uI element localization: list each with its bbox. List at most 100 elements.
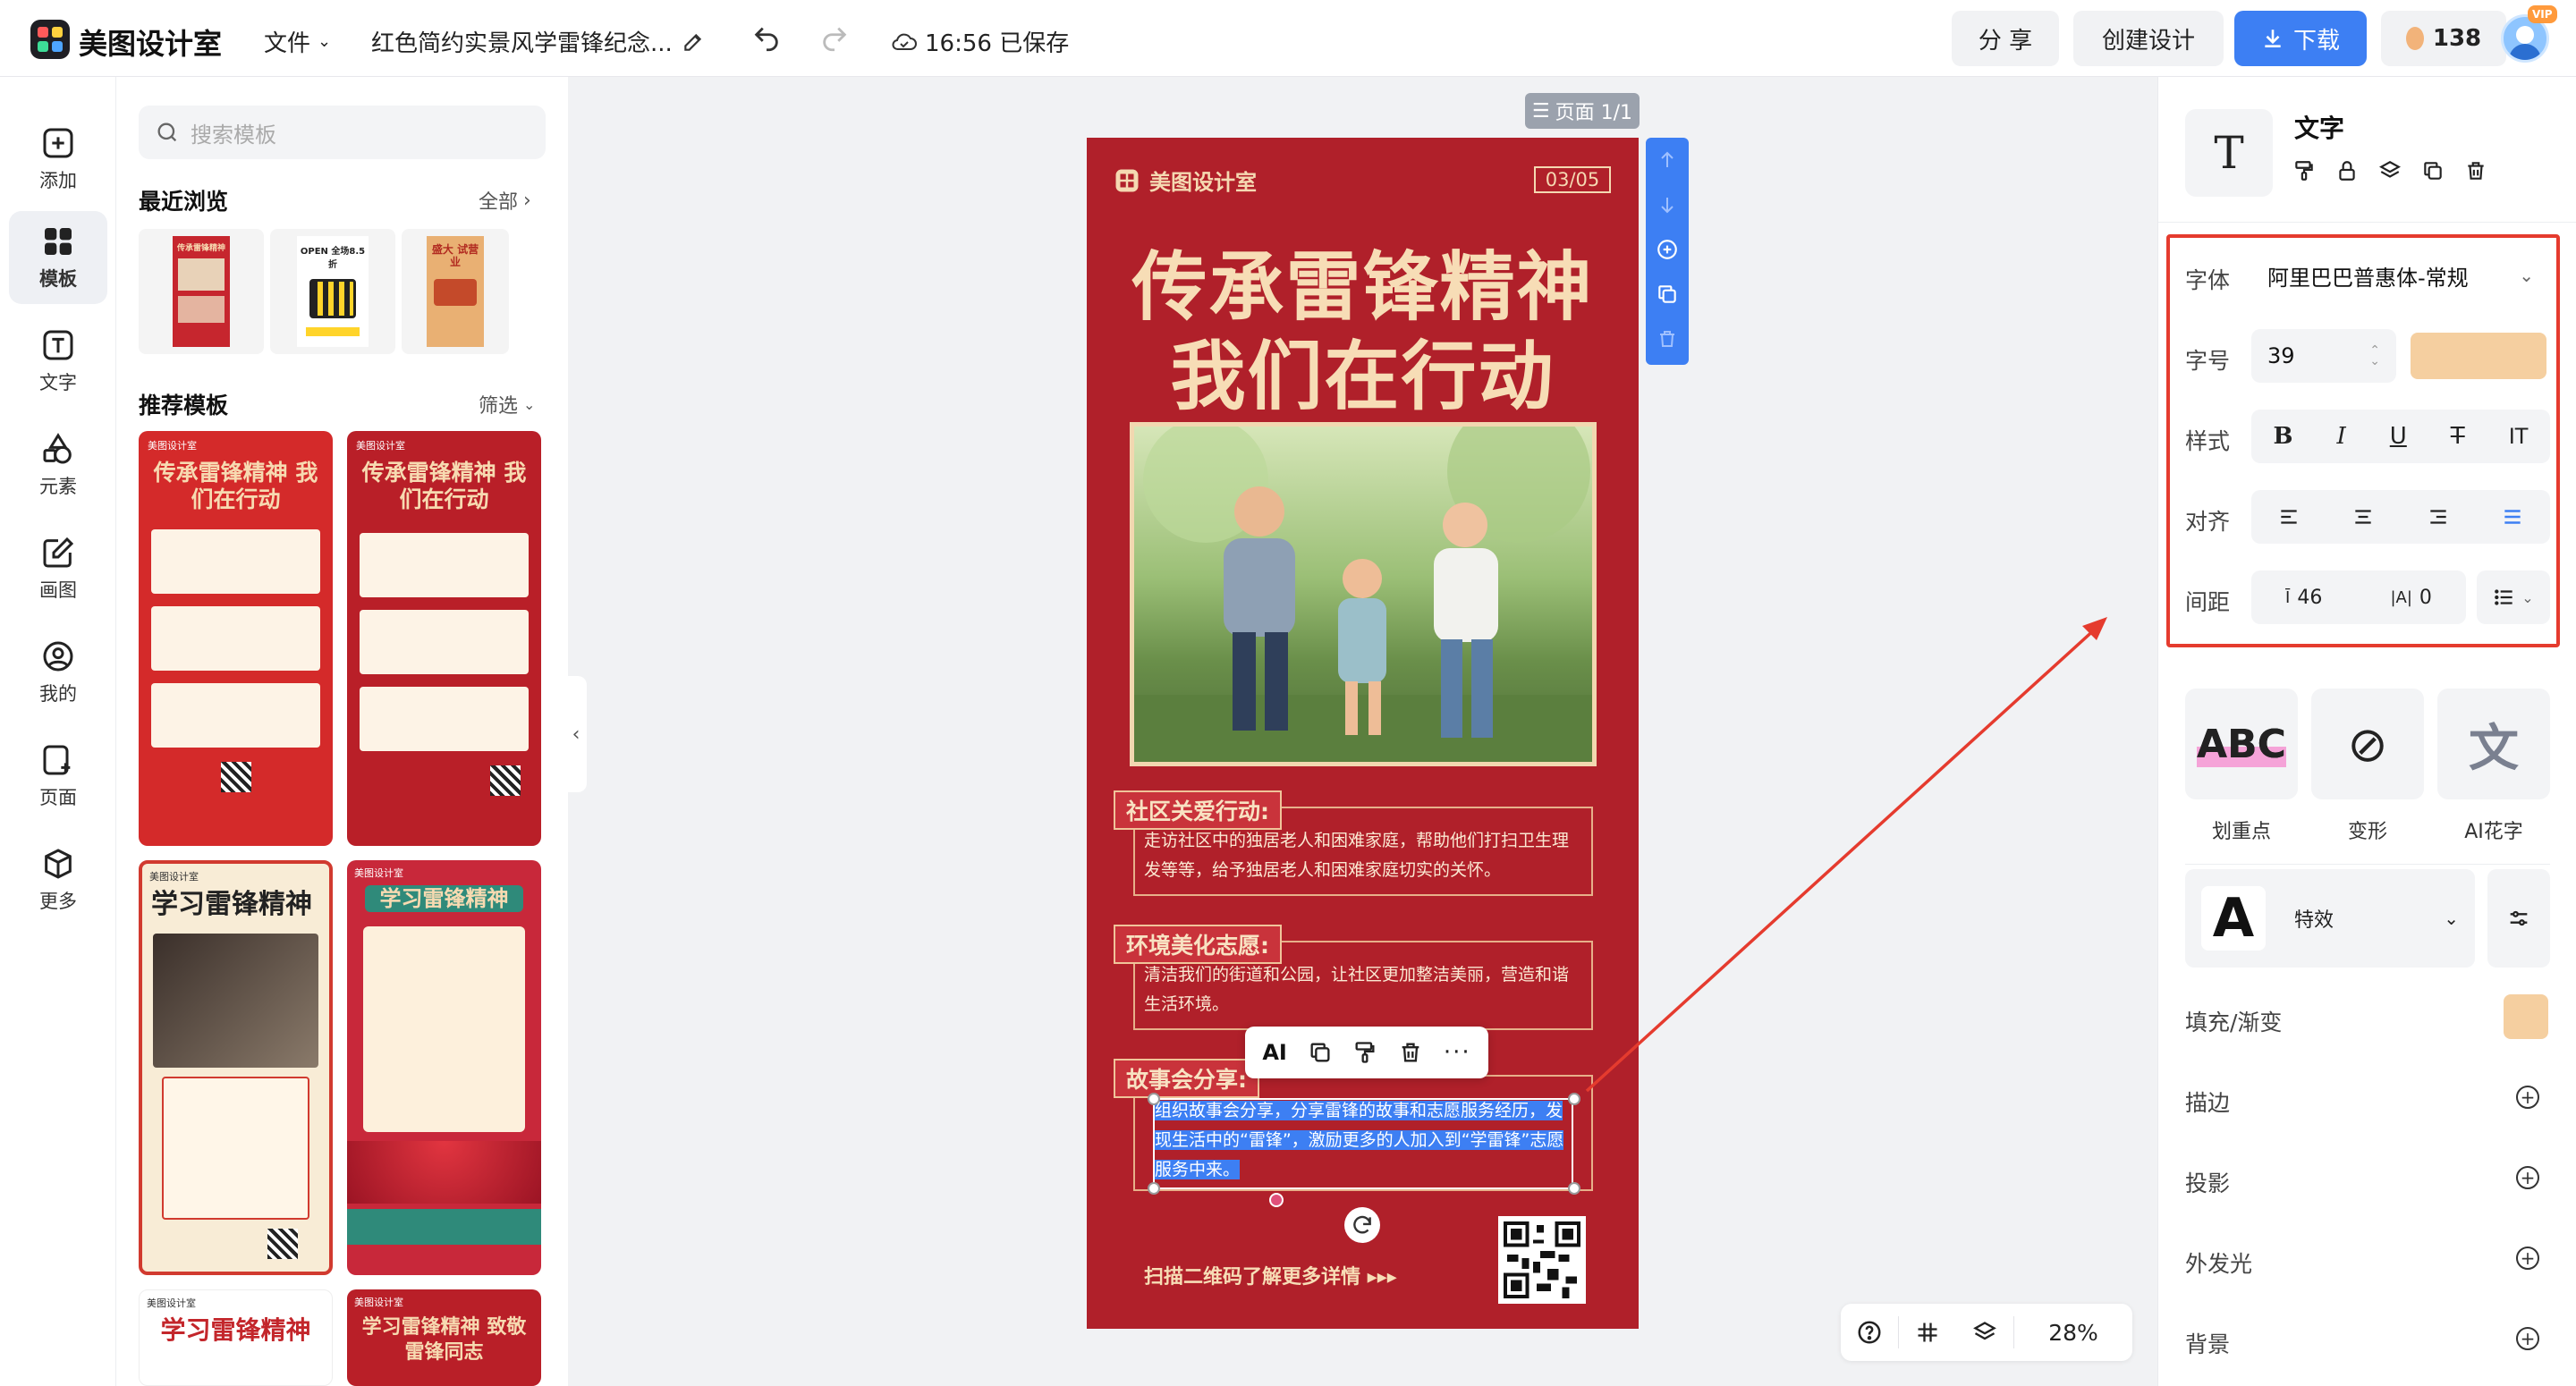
fill-color-swatch[interactable] xyxy=(2504,994,2548,1039)
text-t-icon xyxy=(43,330,73,360)
tool-rail: 添加 模板 文字 元素 画图 我的 页面 更多 xyxy=(0,77,116,1386)
resize-handle[interactable] xyxy=(1148,1093,1160,1105)
effect-transform-tile[interactable]: ⊘ xyxy=(2311,689,2424,799)
credits-button[interactable]: 138 xyxy=(2381,11,2506,66)
template-card[interactable]: 美图设计室 学习雷锋精神 xyxy=(139,860,333,1275)
section-heading[interactable]: 社区关爱行动: xyxy=(1114,790,1282,830)
delete-page-button[interactable] xyxy=(1646,317,1689,361)
rail-item-draw[interactable]: 画图 xyxy=(9,522,107,615)
recent-thumb-caption: 盛大 试营业 xyxy=(431,243,479,268)
effect-ai-art-tile[interactable]: 文 xyxy=(2437,689,2550,799)
redo-icon[interactable] xyxy=(819,23,850,54)
selected-text[interactable]: 组织故事会分享，分享雷锋的故事和志愿服务经历，发现生活中的“雷锋”，激励更多的人… xyxy=(1155,1096,1573,1185)
chevron-down-icon: ⌄ xyxy=(523,395,536,413)
recent-all-link[interactable]: 全部 › xyxy=(479,186,531,215)
template-card[interactable]: 美图设计室 学习雷锋精神 xyxy=(347,860,541,1275)
effect-highlight-tile[interactable]: ABC xyxy=(2185,689,2298,799)
rail-item-text[interactable]: 文字 xyxy=(9,315,107,408)
template-card[interactable]: 美图设计室 传承雷锋精神 我们在行动 xyxy=(347,431,541,846)
trash-icon xyxy=(1660,331,1674,347)
background-label: 背景 xyxy=(2185,1331,2231,1357)
rail-item-templates[interactable]: 模板 xyxy=(9,211,107,304)
resize-handle[interactable] xyxy=(1568,1182,1580,1195)
layers-icon[interactable] xyxy=(2378,159,2402,182)
props-title: 文字 xyxy=(2294,114,2345,143)
template-search[interactable]: 搜索模板 xyxy=(139,106,546,159)
effect-settings-button[interactable] xyxy=(2487,869,2550,968)
family-photo[interactable] xyxy=(1130,422,1597,766)
effect-preset-select[interactable]: A 特效 ⌄ xyxy=(2185,869,2475,968)
rail-item-mine[interactable]: 我的 xyxy=(9,626,107,719)
effect-highlight-glyph: ABC xyxy=(2197,721,2286,767)
selected-text-content: 组织故事会分享，分享雷锋的故事和志愿服务经历，发现生活中的“雷锋”，激励更多的人… xyxy=(1155,1101,1564,1179)
section-body[interactable]: 清洁我们的街道和公园，让社区更加整洁美丽，营造和谐生活环境。 xyxy=(1144,960,1582,1019)
rotate-anchor-handle[interactable] xyxy=(1269,1193,1284,1207)
create-design-button[interactable]: 创建设计 xyxy=(2073,11,2224,66)
zoom-level[interactable]: 28% xyxy=(2014,1320,2132,1346)
template-card-brand: 美图设计室 xyxy=(148,440,197,452)
copy-icon[interactable] xyxy=(1308,1040,1333,1065)
template-card[interactable]: 美图设计室 传承雷锋精神 我们在行动 xyxy=(139,431,333,846)
rail-item-label: 元素 xyxy=(39,476,77,497)
grid-toggle-button[interactable] xyxy=(1899,1320,1956,1345)
collapse-panel-button[interactable]: ‹ xyxy=(565,676,587,792)
format-painter-icon[interactable] xyxy=(2292,159,2316,182)
template-card-title: 传承雷锋精神 我们在行动 xyxy=(361,460,527,512)
text-selection-frame[interactable]: 组织故事会分享，分享雷锋的故事和志愿服务经历，发现生活中的“雷锋”，激励更多的人… xyxy=(1148,1093,1580,1207)
page-indicator[interactable]: ☰ 页面 1/1 xyxy=(1525,93,1640,129)
undo-icon[interactable] xyxy=(751,23,782,54)
add-background-icon[interactable]: + xyxy=(2516,1327,2539,1350)
template-card[interactable]: 美图设计室 学习雷锋精神 致敬雷锋同志 xyxy=(347,1289,541,1386)
trash-icon[interactable] xyxy=(1398,1040,1423,1065)
text-type-icon: T xyxy=(2185,109,2273,197)
section-heading[interactable]: 故事会分享: xyxy=(1114,1059,1259,1098)
effect-label: AI花字 xyxy=(2464,821,2523,843)
add-glow-icon[interactable]: + xyxy=(2516,1247,2539,1270)
template-panel: 搜索模板 最近浏览 全部 › 传承雷锋精神 OPEN 全场8.5折 盛大 试营业… xyxy=(116,77,568,1386)
lock-icon[interactable] xyxy=(2335,159,2359,182)
rotate-button[interactable] xyxy=(1344,1207,1380,1243)
rail-item-more[interactable]: 更多 xyxy=(9,833,107,926)
top-bar: 美图设计室 文件 ⌄ 红色简约实景风学雷锋纪念... 16:56 已保存 分 享… xyxy=(0,0,2576,77)
sliders-icon xyxy=(2510,910,2528,926)
template-card[interactable]: 美图设计室 学习雷锋精神 xyxy=(139,1289,333,1386)
add-page-button[interactable] xyxy=(1646,227,1689,272)
recent-thumb[interactable]: 盛大 试营业 xyxy=(402,229,509,354)
move-down-button[interactable] xyxy=(1646,182,1689,227)
download-label: 下载 xyxy=(2292,27,2340,55)
file-menu[interactable]: 文件 ⌄ xyxy=(264,25,331,58)
trash-icon[interactable] xyxy=(2464,159,2487,182)
format-painter-icon[interactable] xyxy=(1352,1040,1377,1065)
move-up-button[interactable] xyxy=(1646,138,1689,182)
copy-icon[interactable] xyxy=(2421,159,2445,182)
recent-thumb[interactable]: 传承雷锋精神 xyxy=(139,229,264,354)
rail-item-pages[interactable]: 页面 xyxy=(9,730,107,823)
help-button[interactable] xyxy=(1841,1319,1898,1346)
poster-page[interactable]: 美图设计室 03/05 传承雷锋精神 我们在行动 社区关爱行动: 走访社区中的独… xyxy=(1087,138,1639,1329)
rail-item-add[interactable]: 添加 xyxy=(9,113,107,206)
filter-button[interactable]: 筛选 ⌄ xyxy=(479,390,535,418)
document-title[interactable]: 红色简约实景风学雷锋纪念... xyxy=(371,25,705,58)
section-heading[interactable]: 环境美化志愿: xyxy=(1114,925,1282,964)
poster-title-line2[interactable]: 我们在行动 xyxy=(1087,317,1639,425)
fill-label: 填充/渐变 xyxy=(2185,1010,2283,1035)
share-button[interactable]: 分 享 xyxy=(1952,11,2059,66)
file-menu-label: 文件 xyxy=(264,30,311,57)
resize-handle[interactable] xyxy=(1568,1093,1580,1105)
section-body[interactable]: 走访社区中的独居老人和困难家庭，帮助他们打扫卫生理发等等，给予独居老人和困难家庭… xyxy=(1144,826,1582,885)
download-button[interactable]: 下载 xyxy=(2234,11,2367,66)
layers-button[interactable] xyxy=(1956,1320,2013,1345)
resize-handle[interactable] xyxy=(1148,1182,1160,1195)
page-add-icon xyxy=(43,745,71,775)
add-shadow-icon[interactable]: + xyxy=(2516,1166,2539,1189)
shadow-label: 投影 xyxy=(2185,1170,2231,1196)
rail-item-elements[interactable]: 元素 xyxy=(9,418,107,511)
ai-button[interactable]: AI xyxy=(1262,1040,1287,1065)
template-card-brand: 美图设计室 xyxy=(147,1297,196,1309)
duplicate-page-button[interactable] xyxy=(1646,272,1689,317)
vip-badge: VIP xyxy=(2528,5,2557,23)
recent-thumb[interactable]: OPEN 全场8.5折 xyxy=(270,229,395,354)
more-icon[interactable]: ··· xyxy=(1444,1039,1471,1066)
add-stroke-icon[interactable]: + xyxy=(2516,1086,2539,1109)
chevron-left-icon: ‹ xyxy=(572,723,580,746)
